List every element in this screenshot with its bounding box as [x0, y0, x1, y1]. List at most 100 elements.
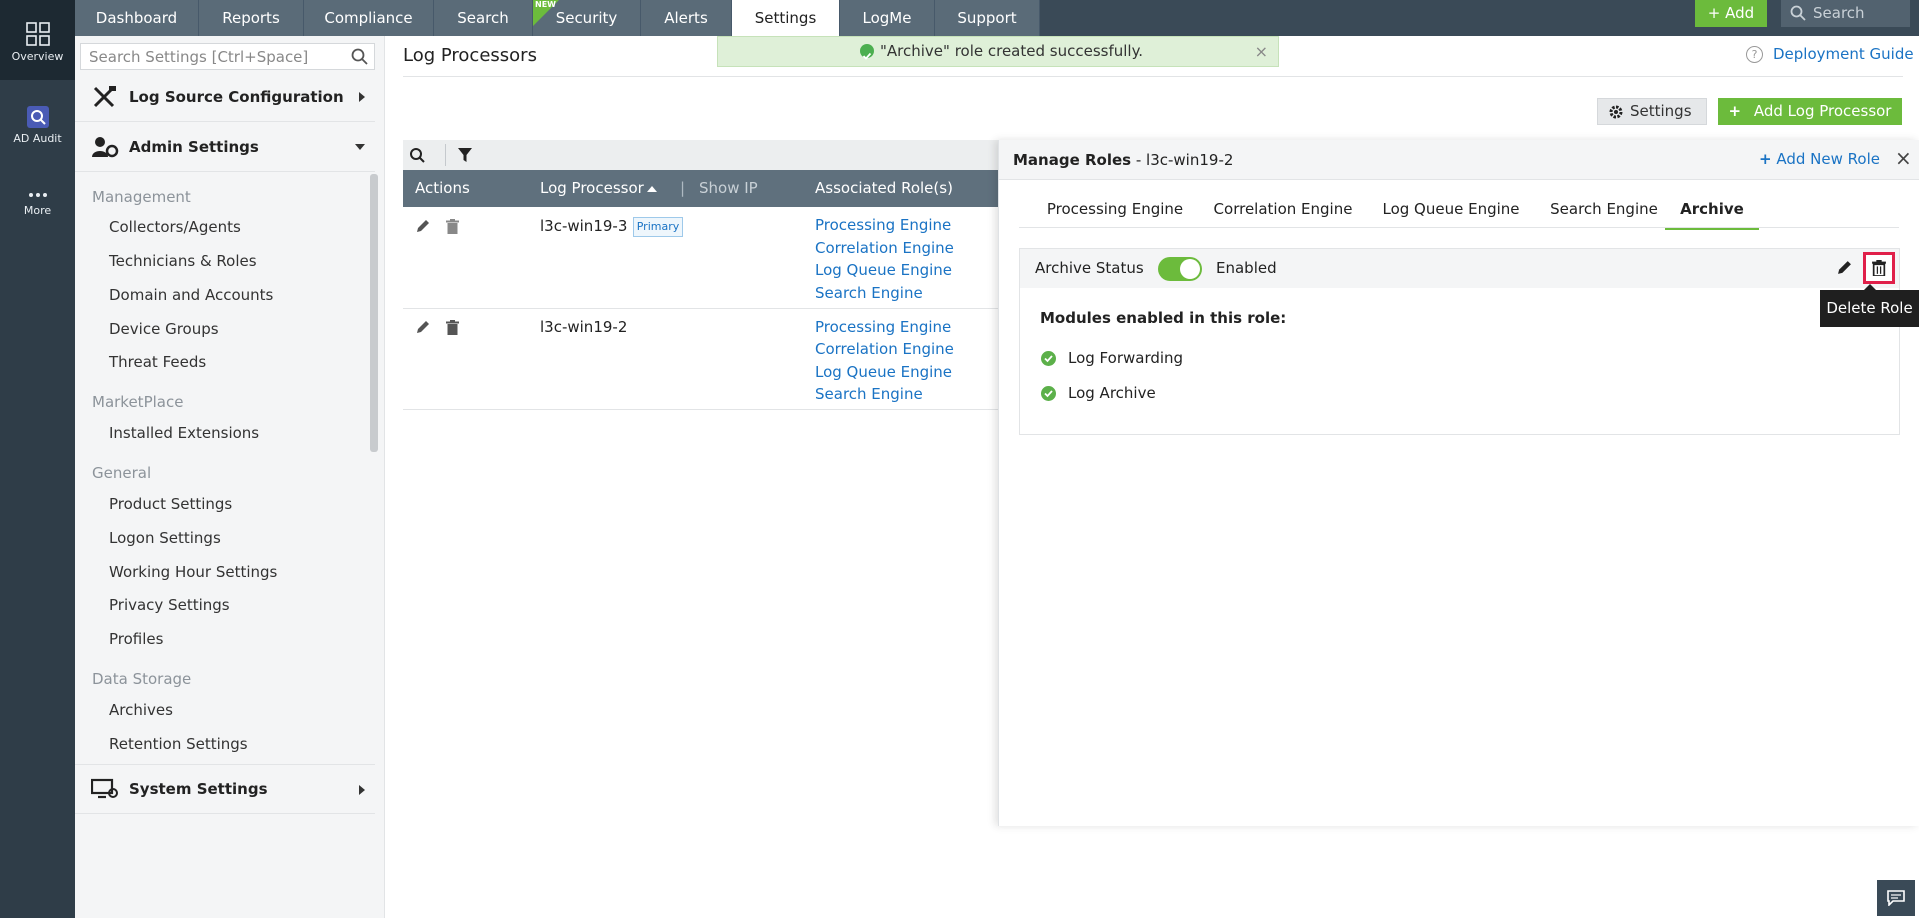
delete-role-tooltip: Delete Role — [1820, 284, 1919, 327]
tab-log-queue-engine[interactable]: Log Queue Engine — [1369, 200, 1533, 230]
rail-overview[interactable]: Overview — [0, 0, 75, 80]
sidebar-item-privacy[interactable]: Privacy Settings — [109, 596, 230, 614]
delete-icon[interactable] — [446, 219, 459, 234]
modules-heading: Modules enabled in this role: — [1040, 309, 1287, 327]
add-log-processor-button[interactable]: + Add Log Processor — [1718, 98, 1902, 125]
search-options-icon[interactable] — [409, 147, 427, 164]
role-link[interactable]: Search Engine — [815, 385, 923, 403]
tab-search-engine[interactable]: Search Engine — [1539, 200, 1669, 230]
tab-logme[interactable]: LogMe — [840, 0, 935, 36]
role-link[interactable]: Correlation Engine — [815, 239, 954, 257]
tab-archive[interactable]: Archive — [1665, 200, 1759, 230]
search-icon — [1790, 5, 1806, 21]
col-log-processor[interactable]: Log Processor — [540, 179, 644, 197]
role-link[interactable]: Search Engine — [815, 284, 923, 302]
check-circle-icon — [1041, 386, 1056, 401]
filter-icon[interactable] — [458, 148, 472, 162]
archive-status-label: Archive Status — [1035, 259, 1144, 277]
sidebar-item-installed-extensions[interactable]: Installed Extensions — [109, 424, 259, 442]
sidebar-item-collectors[interactable]: Collectors/Agents — [109, 218, 241, 236]
left-rail: Overview AD Audit More — [0, 0, 75, 918]
sidebar-item-profiles[interactable]: Profiles — [109, 630, 163, 648]
add-new-role-link[interactable]: + Add New Role — [1759, 150, 1880, 168]
sidebar-item-device-groups[interactable]: Device Groups — [109, 320, 219, 338]
tab-correlation-engine[interactable]: Correlation Engine — [1203, 200, 1363, 230]
monitor-gear-icon — [91, 778, 118, 799]
sidebar-item-product-settings[interactable]: Product Settings — [109, 495, 232, 513]
section-system-settings[interactable]: System Settings — [75, 764, 375, 814]
section-log-source-label: Log Source Configuration — [129, 87, 344, 106]
panel-header: Manage Roles - l3c-win19-2 + Add New Rol… — [999, 140, 1919, 180]
settings-button-label: Settings — [1630, 102, 1692, 120]
deployment-guide-label: Deployment Guide — [1773, 45, 1914, 63]
sidebar-item-technicians[interactable]: Technicians & Roles — [109, 252, 257, 270]
role-link[interactable]: Log Queue Engine — [815, 261, 952, 279]
success-toast: "Archive" role created successfully. × — [717, 36, 1279, 67]
row-divider — [403, 308, 1003, 309]
col-separator: | — [680, 179, 686, 197]
toggle-knob — [1180, 259, 1200, 279]
role-link[interactable]: Correlation Engine — [815, 340, 954, 358]
archive-status-toggle[interactable] — [1158, 257, 1202, 281]
edit-icon[interactable] — [416, 320, 430, 334]
rail-ad-audit[interactable]: AD Audit — [0, 106, 75, 156]
deployment-guide-link[interactable]: Deployment Guide — [1745, 45, 1914, 63]
group-management: Management — [92, 188, 191, 206]
module-item: Log Archive — [1068, 384, 1156, 402]
edit-icon[interactable] — [1837, 260, 1852, 275]
sidebar-item-domain[interactable]: Domain and Accounts — [109, 286, 273, 304]
add-new-role-label: Add New Role — [1776, 150, 1880, 168]
rail-more[interactable]: More — [0, 190, 75, 230]
sidebar-scrollbar[interactable] — [370, 174, 378, 452]
show-ip-link[interactable]: Show IP — [699, 179, 758, 197]
rail-overview-label: Overview — [11, 50, 64, 63]
delete-role-button[interactable] — [1863, 252, 1895, 284]
settings-sidebar: Search Settings [Ctrl+Space] Log Source … — [75, 36, 385, 918]
sidebar-item-logon-settings[interactable]: Logon Settings — [109, 529, 221, 547]
edit-icon[interactable] — [416, 219, 430, 233]
settings-button[interactable]: Settings — [1597, 98, 1707, 125]
tab-settings[interactable]: Settings — [732, 0, 840, 36]
sidebar-item-archives[interactable]: Archives — [109, 701, 173, 719]
gear-icon — [1609, 105, 1623, 119]
search-icon — [351, 48, 368, 65]
settings-search-input[interactable]: Search Settings [Ctrl+Space] — [80, 43, 375, 70]
col-associated-roles: Associated Role(s) — [815, 179, 953, 197]
manage-roles-panel: Manage Roles - l3c-win19-2 + Add New Rol… — [998, 140, 1919, 826]
sidebar-item-retention[interactable]: Retention Settings — [109, 735, 248, 753]
sidebar-item-threat-feeds[interactable]: Threat Feeds — [109, 353, 206, 371]
tab-reports[interactable]: Reports — [199, 0, 304, 36]
chevron-right-icon — [359, 92, 365, 102]
chat-button[interactable] — [1877, 880, 1915, 916]
col-actions: Actions — [415, 179, 470, 197]
primary-badge: Primary — [633, 217, 683, 237]
archive-status-row: Archive Status Enabled — [1020, 249, 1899, 288]
plus-icon: + — [1759, 150, 1772, 168]
delete-icon — [1872, 260, 1886, 276]
sidebar-item-working-hour[interactable]: Working Hour Settings — [109, 563, 277, 581]
top-add-button[interactable]: + Add — [1695, 0, 1767, 27]
delete-icon[interactable] — [446, 320, 459, 335]
grid-icon — [25, 22, 50, 46]
section-log-source-config[interactable]: Log Source Configuration — [75, 72, 375, 122]
tab-processing-engine[interactable]: Processing Engine — [1034, 200, 1196, 230]
close-icon[interactable]: × — [1895, 146, 1912, 170]
close-icon[interactable]: × — [1255, 37, 1268, 66]
role-link[interactable]: Processing Engine — [815, 318, 951, 336]
tab-dashboard[interactable]: Dashboard — [75, 0, 199, 36]
role-link[interactable]: Log Queue Engine — [815, 363, 952, 381]
tab-alerts[interactable]: Alerts — [641, 0, 732, 36]
more-icon — [28, 193, 47, 197]
tab-compliance[interactable]: Compliance — [304, 0, 434, 36]
chevron-down-icon — [355, 144, 365, 150]
tab-support[interactable]: Support — [935, 0, 1040, 36]
tools-icon — [93, 85, 116, 107]
role-link[interactable]: Processing Engine — [815, 216, 951, 234]
divider — [403, 76, 1903, 77]
section-admin-settings[interactable]: Admin Settings — [75, 122, 375, 172]
top-search-input[interactable]: Search — [1781, 0, 1910, 27]
toolbar-divider — [445, 144, 446, 166]
group-marketplace: MarketPlace — [92, 393, 184, 411]
tab-search[interactable]: Search — [434, 0, 533, 36]
sort-asc-icon[interactable] — [647, 186, 657, 192]
